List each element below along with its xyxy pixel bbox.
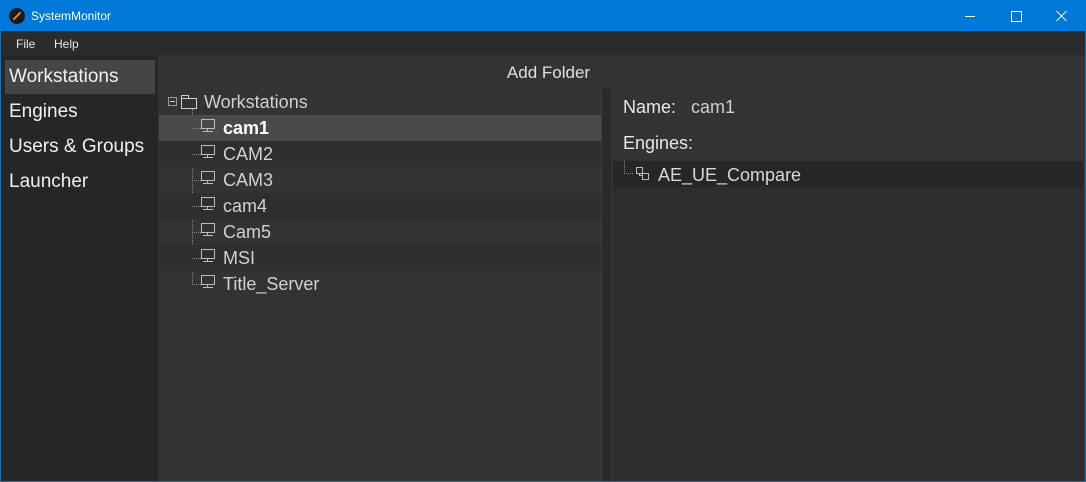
maximize-icon: [1010, 10, 1022, 22]
sidebar-item-workstations[interactable]: Workstations: [5, 60, 155, 94]
tree-item-cam3[interactable]: CAM3: [159, 167, 601, 193]
tree-branch-line: [192, 180, 201, 181]
tree-item-label: cam1: [223, 118, 270, 138]
app-window: SystemMonitor File Help Workstations Eng…: [0, 0, 1086, 482]
workstation-tree: Workstations cam1 CAM2 CAM3 cam4 Cam5 MS…: [159, 89, 601, 481]
tree-item-label: cam4: [223, 196, 268, 216]
maximize-button[interactable]: [993, 1, 1039, 31]
tree-branch-line: [192, 206, 201, 207]
minimize-icon: [965, 15, 975, 17]
tree-item-label: Cam5: [223, 222, 272, 242]
tree-branch-line: [624, 161, 633, 174]
monitor-icon: [201, 223, 215, 237]
folder-icon: [181, 95, 197, 109]
minimize-button[interactable]: [947, 1, 993, 31]
close-icon: [1056, 10, 1068, 22]
engine-hierarchy-icon: [636, 167, 650, 181]
engine-item[interactable]: AE_UE_Compare: [613, 161, 1083, 187]
monitor-icon: [201, 275, 215, 289]
title-bar[interactable]: SystemMonitor: [1, 1, 1085, 31]
sidebar-item-launcher[interactable]: Launcher: [5, 165, 155, 199]
tree-root-label: Workstations: [204, 92, 308, 112]
tree-item-cam4[interactable]: cam4: [159, 193, 601, 219]
tree-branch-line: [192, 284, 201, 285]
monitor-icon: [201, 171, 215, 185]
menu-file[interactable]: File: [16, 37, 35, 51]
tree-item-label: CAM3: [223, 170, 274, 190]
engine-item-label: AE_UE_Compare: [658, 165, 802, 185]
engines-list: AE_UE_Compare: [613, 161, 1083, 481]
tree-item-label: Title_Server: [223, 274, 320, 294]
tree-item-label: MSI: [223, 248, 256, 268]
close-button[interactable]: [1039, 1, 1085, 31]
engines-label: Engines:: [623, 133, 694, 153]
tree-item-cam5[interactable]: Cam5: [159, 219, 601, 245]
tree-item-title-server[interactable]: Title_Server: [159, 271, 601, 297]
tree-branch-line: [192, 232, 201, 233]
tree-root-row[interactable]: Workstations: [159, 89, 601, 115]
details-panel: Name: cam1 Engines: AE_UE_Compare: [611, 89, 1085, 481]
tree-branch-line: [192, 154, 201, 155]
add-folder-button[interactable]: Add Folder: [491, 61, 606, 85]
app-icon: [9, 8, 25, 24]
tree-branch-line: [192, 128, 201, 129]
menu-help[interactable]: Help: [54, 37, 79, 51]
window-title: SystemMonitor: [31, 9, 112, 23]
name-label: Name:: [623, 97, 677, 117]
tree-item-cam1[interactable]: cam1: [159, 115, 601, 141]
name-value: cam1: [691, 97, 736, 117]
tree-item-msi[interactable]: MSI: [159, 245, 601, 271]
collapse-icon[interactable]: [168, 97, 177, 106]
tree-item-label: CAM2: [223, 144, 274, 164]
tree-item-cam2[interactable]: CAM2: [159, 141, 601, 167]
monitor-icon: [201, 119, 215, 133]
tree-branch-line: [192, 258, 201, 259]
sidebar-item-users-groups[interactable]: Users & Groups: [5, 130, 155, 164]
monitor-icon: [201, 197, 215, 211]
monitor-icon: [201, 249, 215, 263]
panel-splitter[interactable]: [601, 89, 611, 481]
menu-bar: File Help: [1, 31, 1085, 55]
sidebar: Workstations Engines Users & Groups Laun…: [1, 55, 158, 481]
sidebar-item-engines[interactable]: Engines: [5, 95, 155, 129]
monitor-icon: [201, 145, 215, 159]
